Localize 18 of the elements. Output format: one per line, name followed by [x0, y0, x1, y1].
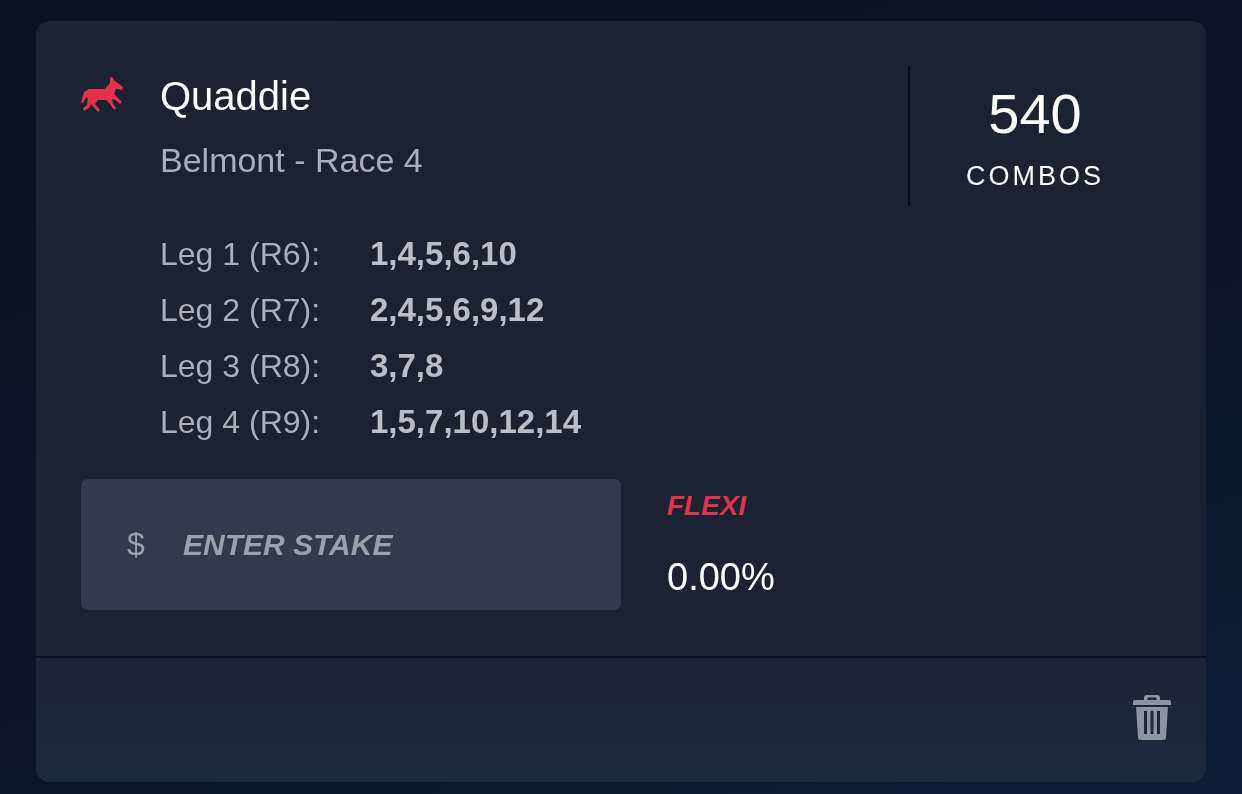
- leg-runners: 3,7,8: [370, 346, 444, 386]
- flexi-value: 0.00%: [667, 555, 775, 599]
- leg-runners: 1,5,7,10,12,14: [370, 402, 582, 442]
- leg-runners: 1,4,5,6,10: [370, 234, 517, 274]
- bet-title: Quaddie: [160, 73, 313, 120]
- combos-count: 540: [988, 82, 1082, 146]
- race-name: Belmont - Race 4: [160, 140, 423, 180]
- currency-symbol: $: [127, 525, 145, 563]
- leg-label: Leg 3 (R8):: [160, 347, 322, 386]
- combos-label: COMBOS: [966, 160, 1104, 192]
- leg-label: Leg 4 (R9):: [160, 403, 322, 442]
- delete-button[interactable]: [1133, 694, 1171, 740]
- trash-icon: [1133, 694, 1171, 740]
- leg-label: Leg 2 (R7):: [160, 291, 322, 330]
- leg-label: Leg 1 (R6):: [160, 235, 322, 274]
- flexi-label: FLEXI: [667, 489, 748, 523]
- leg-runners: 2,4,5,6,9,12: [370, 290, 545, 330]
- running-horse-icon: [81, 77, 123, 112]
